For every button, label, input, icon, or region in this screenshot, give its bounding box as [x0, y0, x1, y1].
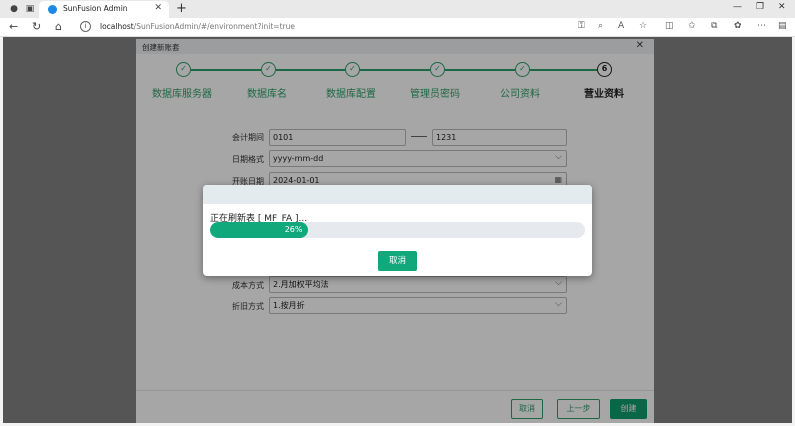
url-input[interactable]: i localhost/SunFusionAdmin/#/environment… — [80, 20, 660, 35]
home-icon[interactable]: ⌂ — [55, 20, 62, 33]
app-favicon-icon — [48, 5, 57, 14]
progress-dialog-header — [203, 185, 592, 204]
progress-bar: 26% — [210, 222, 585, 238]
split-screen-icon[interactable]: ◫ — [665, 21, 674, 31]
progress-dialog: 正在刷新表 [ MF_FA ]... 26% 取消 — [203, 185, 592, 276]
progress-cancel-button[interactable]: 取消 — [378, 251, 417, 271]
more-icon[interactable]: ⋯ — [757, 21, 766, 31]
progress-percent: 26% — [284, 225, 303, 234]
back-icon[interactable]: ← — [9, 20, 18, 33]
sidebar-icon[interactable]: ▤ — [778, 21, 787, 31]
tab-title: SunFusion Admin — [63, 4, 128, 13]
profile-icon[interactable]: ● — [8, 3, 20, 15]
restore-icon[interactable]: ❐ — [756, 2, 764, 12]
progress-bar-fill: 26% — [210, 222, 308, 238]
extensions-icon[interactable]: ✿ — [734, 21, 742, 31]
close-tab-icon[interactable]: ✕ — [154, 3, 162, 13]
browser-tabbar: ● ▣ SunFusion Admin ✕ + — ❐ ✕ — [0, 0, 795, 18]
refresh-icon[interactable]: ↻ — [32, 20, 41, 33]
read-aloud-icon[interactable]: A — [618, 21, 624, 31]
key-icon[interactable]: ⚿ — [578, 21, 585, 31]
window-close-icon[interactable]: ✕ — [778, 2, 786, 12]
favorites-icon[interactable]: ✩ — [688, 21, 696, 31]
zoom-icon[interactable]: ⌕ — [598, 21, 603, 31]
browser-addressbar: ← ↻ ⌂ i localhost/SunFusionAdmin/#/envir… — [0, 18, 795, 37]
browser-tab[interactable]: SunFusion Admin ✕ — [39, 1, 169, 18]
collections-icon[interactable]: ⧉ — [711, 21, 717, 31]
url-text: localhost/SunFusionAdmin/#/environment?i… — [100, 22, 295, 31]
tab-actions-icon[interactable]: ▣ — [24, 3, 36, 15]
favorite-star-icon[interactable]: ☆ — [639, 21, 647, 31]
minimize-icon[interactable]: — — [733, 2, 742, 12]
site-info-icon[interactable]: i — [80, 21, 91, 32]
new-tab-icon[interactable]: + — [176, 1, 187, 16]
